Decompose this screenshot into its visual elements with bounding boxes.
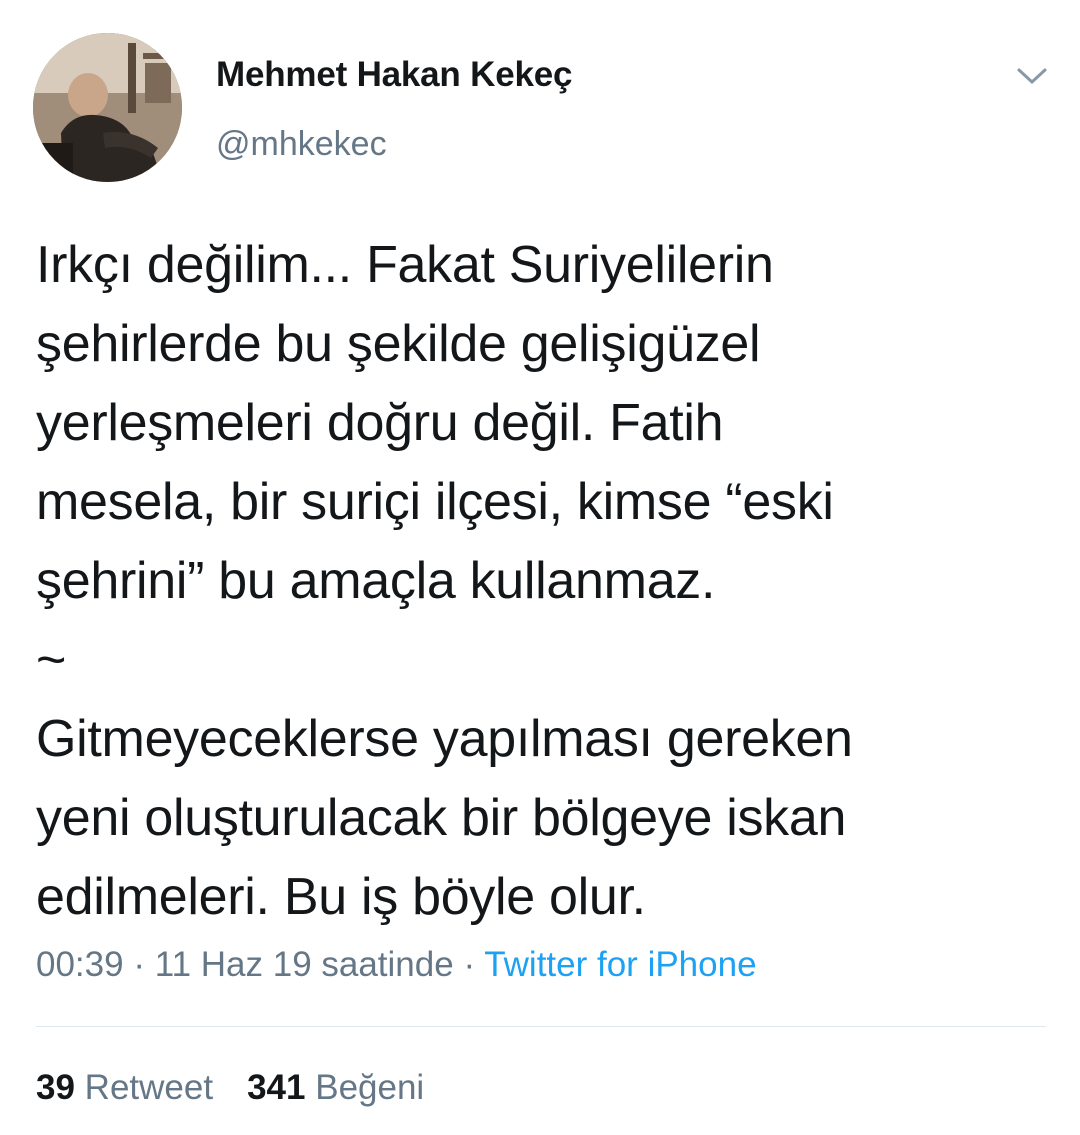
avatar[interactable] [33, 33, 182, 182]
tweet-stats: 39 Retweet 341 Beğeni [36, 1068, 424, 1108]
tweet-line: edilmeleri. Bu iş böyle olur. [36, 868, 646, 926]
retweets-count: 39 [36, 1068, 75, 1107]
tweet-line: Irkçı değilim... Fakat Suriyelilerin [36, 236, 774, 294]
retweets-stat[interactable]: 39 Retweet [36, 1068, 213, 1108]
tweet-line: şehirlerde bu şekilde gelişigüzel [36, 315, 761, 373]
tweet-line: şehrini” bu amaçla kullanmaz. [36, 552, 716, 610]
tweet-source-link[interactable]: Twitter for iPhone [484, 945, 756, 984]
avatar-photo-icon [33, 33, 182, 182]
retweets-label: Retweet [84, 1068, 214, 1107]
likes-label: Beğeni [315, 1068, 425, 1107]
likes-stat[interactable]: 341 Beğeni [247, 1068, 424, 1108]
tweet-line: Gitmeyeceklerse yapılması gereken [36, 710, 853, 768]
tweet-line: mesela, bir suriçi ilçesi, kimse “eski [36, 473, 834, 531]
likes-count: 341 [247, 1068, 306, 1107]
tweet-line: yeni oluşturulacak bir bölgeye iskan [36, 789, 847, 847]
user-handle[interactable]: @mhkekec [216, 125, 387, 164]
tweet-date[interactable]: 11 Haz 19 saatinde [155, 945, 454, 984]
tweet-card: Mehmet Hakan Kekeç @mhkekec Irkçı değili… [0, 0, 1080, 1135]
tweet-text: Irkçı değilim... Fakat Suriyelilerin şeh… [36, 226, 1046, 937]
display-name[interactable]: Mehmet Hakan Kekeç [216, 55, 572, 95]
meta-separator: · [123, 945, 155, 984]
tweet-line: ~ [36, 631, 67, 689]
chevron-down-icon [1017, 68, 1047, 84]
tweet-time[interactable]: 00:39 [36, 945, 124, 984]
tweet-menu-button[interactable] [1010, 56, 1054, 96]
meta-separator: · [453, 945, 485, 984]
divider [36, 1026, 1046, 1027]
tweet-line: yerleşmeleri doğru değil. Fatih [36, 394, 724, 452]
tweet-meta: 00:39 · 11 Haz 19 saatinde · Twitter for… [36, 945, 757, 985]
